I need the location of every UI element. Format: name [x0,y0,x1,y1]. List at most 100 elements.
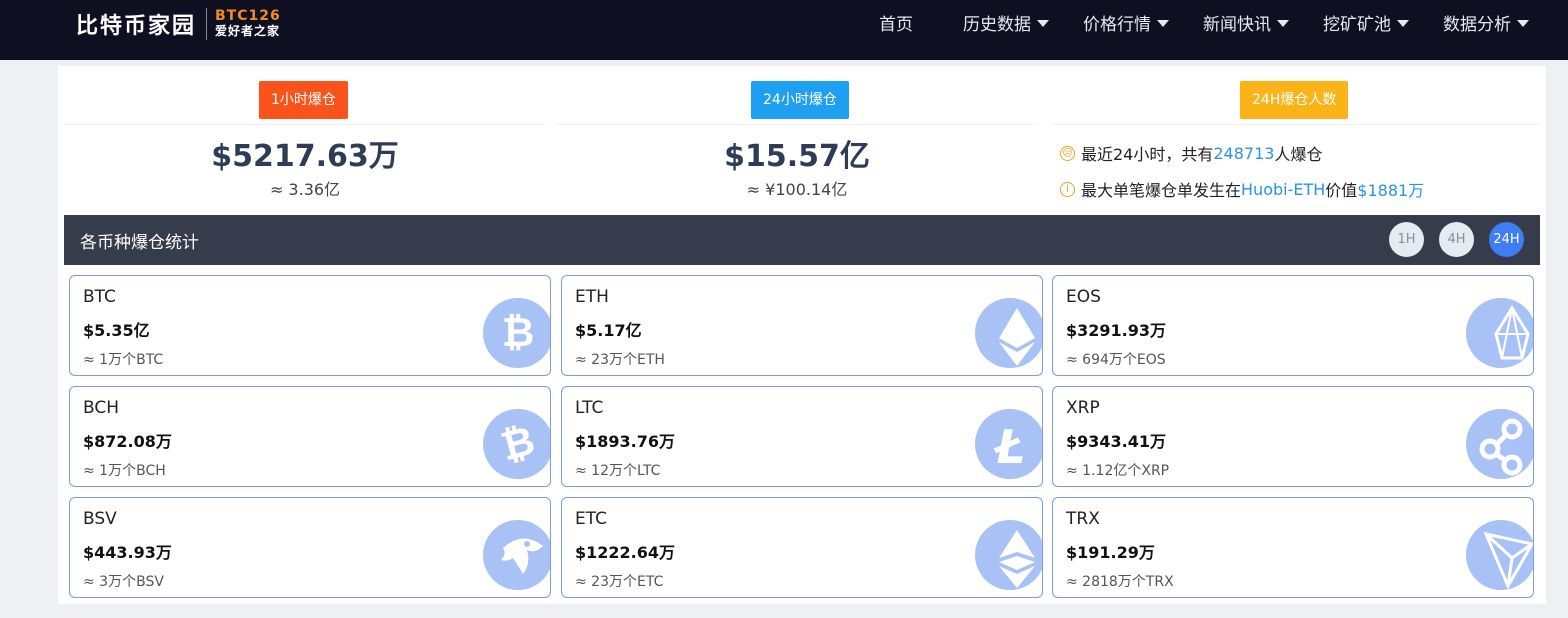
nav-label: 新闻快讯 [1203,14,1271,35]
coin-approx: ≈ 2818万个TRX [1066,574,1174,590]
stat-1h-value: $5217.63万 [211,139,399,174]
sad-face-icon: ☹ [1060,145,1075,161]
coin-value: $443.93万 [83,543,172,562]
stat-24h-approx: ≈ ¥100.14亿 [746,180,848,199]
coin-value: $9343.41万 [1066,432,1167,451]
nav-label: 挖矿矿池 [1323,14,1391,35]
nav-history-data[interactable]: 历史数据 [963,0,1049,44]
coin-symbol: TRX [1066,509,1100,529]
coin-approx: ≈ 694万个EOS [1066,352,1166,368]
stat-24h-liquidation: 24小时爆仓 $15.57亿 ≈ ¥100.14亿 [556,66,1038,210]
bsv-icon [483,520,550,590]
coin-approx: ≈ 23万个ETC [575,574,664,590]
chevron-down-icon [1397,19,1409,27]
coin-approx: ≈ 3万个BSV [83,574,164,590]
coin-value: $1893.76万 [575,432,676,451]
stat-24h-people: 24H爆仓人数 ☹ 最近24小时，共有 248713 人爆仓 i 最大单笔爆仓单… [1052,66,1540,210]
coin-symbol: EOS [1066,287,1101,307]
count-prefix: 最近24小时，共有 [1081,145,1214,164]
largest-mid: 价值 [1325,181,1358,200]
coin-symbol: ETH [575,287,609,307]
svg-text:₿: ₿ [502,310,535,356]
coin-symbol: BSV [83,509,117,529]
stat-1h-liquidation: 1小时爆仓 $5217.63万 ≈ 3.36亿 [64,66,546,210]
info-icon: i [1060,181,1075,197]
nav-label: 历史数据 [963,14,1031,35]
logo-tagline: 爱好者之家 [215,24,281,38]
logo-code: BTC126 [215,8,281,24]
coin-symbol: BTC [83,287,116,307]
stat-people-badge: 24H爆仓人数 [1240,81,1349,119]
count-suffix: 人爆仓 [1274,145,1323,164]
chevron-down-icon [1157,19,1169,27]
divider [1052,124,1540,125]
stat-1h-badge: 1小时爆仓 [259,81,348,119]
largest-prefix: 最大单笔爆仓单发生在 [1081,181,1242,200]
coin-approx: ≈ 12万个LTC [575,463,661,479]
coin-value: $191.29万 [1066,543,1155,562]
nav-data-analysis[interactable]: 数据分析 [1443,0,1529,44]
coin-approx: ≈ 1万个BCH [83,463,166,479]
coin-card-trx[interactable]: TRX $191.29万 ≈ 2818万个TRX [1052,497,1534,598]
stat-24h-value: $15.57亿 [724,139,870,174]
largest-exchange-link[interactable]: Huobi-ETH [1241,180,1325,199]
svg-text:Ł: Ł [993,420,1025,474]
timeframe-4h-button[interactable]: 4H [1439,222,1474,257]
coin-approx: ≈ 1.12亿个XRP [1066,463,1170,479]
nav-news[interactable]: 新闻快讯 [1203,0,1289,44]
coin-symbol: LTC [575,398,604,418]
coin-approx: ≈ 1万个BTC [83,352,164,368]
coin-approx: ≈ 23万个ETH [575,352,665,368]
nav-price-market[interactable]: 价格行情 [1083,0,1169,44]
divider [556,124,1038,125]
coin-card-bch[interactable]: BCH $872.08万 ≈ 1万个BCH ₿ [69,386,551,487]
stat-1h-approx: ≈ 3.36亿 [269,180,341,199]
coin-card-eos[interactable]: EOS $3291.93万 ≈ 694万个EOS [1052,275,1534,376]
svg-text:₿: ₿ [496,418,539,471]
nav-label: 价格行情 [1083,14,1151,35]
logo-text: 比特币家园 [76,14,197,39]
chevron-down-icon [1517,19,1529,27]
liquidation-count: 248713 [1213,143,1275,163]
chevron-down-icon [1277,19,1289,27]
section-title: 各币种爆仓统计 [80,233,199,253]
largest-value: $1881万 [1357,181,1425,200]
tron-icon [1466,520,1533,590]
site-logo[interactable]: 比特币家园 BTC126 爱好者之家 [76,6,281,42]
coin-card-etc[interactable]: ETC $1222.64万 ≈ 23万个ETC [561,497,1043,598]
coin-symbol: BCH [83,398,120,418]
divider [64,124,546,125]
nav-home[interactable]: 首页 [879,0,913,44]
top-navbar: 比特币家园 BTC126 爱好者之家 首页 历史数据 价格行情 新闻快讯 挖矿矿… [0,0,1568,60]
coin-stats-header: 各币种爆仓统计 1H 4H 24H [64,215,1540,265]
ripple-icon [1466,409,1533,479]
coin-value: $5.17亿 [575,321,642,340]
bitcoin-cash-icon: ₿ [483,409,550,479]
litecoin-icon: Ł [975,409,1042,479]
nav-mining-pools[interactable]: 挖矿矿池 [1323,0,1409,44]
coin-card-eth[interactable]: ETH $5.17亿 ≈ 23万个ETH [561,275,1043,376]
ethereum-icon [975,298,1042,368]
ethereum-classic-icon [975,520,1042,590]
timeframe-1h-button[interactable]: 1H [1389,222,1424,257]
liquidation-count-line: ☹ 最近24小时，共有 248713 人爆仓 [1060,141,1322,165]
coin-value: $1222.64万 [575,543,676,562]
stat-24h-badge: 24小时爆仓 [751,81,849,119]
largest-liquidation-line: i 最大单笔爆仓单发生在 Huobi-ETH 价值 $1881万 [1060,177,1424,201]
coin-card-bsv[interactable]: BSV $443.93万 ≈ 3万个BSV [69,497,551,598]
coin-card-xrp[interactable]: XRP $9343.41万 ≈ 1.12亿个XRP [1052,386,1534,487]
nav-label: 数据分析 [1443,14,1511,35]
liquidation-panel: 1小时爆仓 $5217.63万 ≈ 3.36亿 24小时爆仓 $15.57亿 ≈… [58,66,1546,604]
eos-icon [1466,298,1533,368]
coin-value: $5.35亿 [83,321,150,340]
coin-card-btc[interactable]: BTC $5.35亿 ≈ 1万个BTC ₿ [69,275,551,376]
coin-value: $3291.93万 [1066,321,1167,340]
coin-symbol: ETC [575,509,607,529]
timeframe-24h-button[interactable]: 24H [1489,222,1524,257]
coin-symbol: XRP [1066,398,1100,418]
chevron-down-icon [1037,19,1049,27]
coin-card-ltc[interactable]: LTC $1893.76万 ≈ 12万个LTC Ł [561,386,1043,487]
nav-label: 首页 [879,14,913,35]
coin-value: $872.08万 [83,432,172,451]
bitcoin-icon: ₿ [483,298,550,368]
